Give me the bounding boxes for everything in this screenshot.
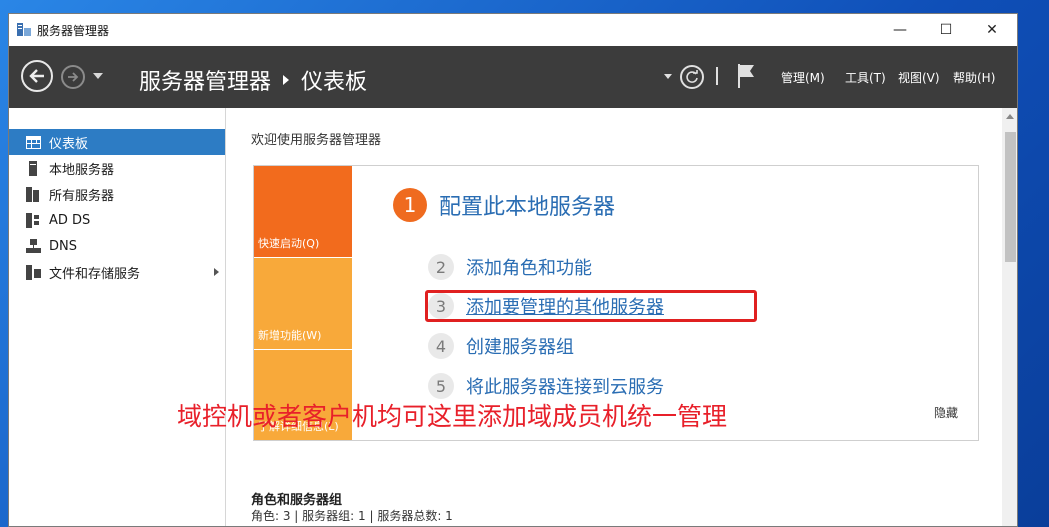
highlight-box [425, 290, 757, 322]
step-label: 创建服务器组 [466, 337, 574, 358]
menu-tools[interactable]: 工具(T) [845, 69, 886, 86]
step-add-roles[interactable]: 2 添加角色和功能 [428, 254, 592, 280]
breadcrumb: 服务器管理器 仪表板 [139, 64, 367, 96]
sidebar-item-dns[interactable]: DNS [9, 233, 225, 259]
tile-label: 新增功能(W) [258, 329, 322, 342]
scrollbar-thumb[interactable] [1005, 132, 1016, 262]
notifications-flag-icon[interactable] [736, 63, 756, 89]
step-number-badge: 4 [428, 333, 454, 359]
back-button[interactable] [21, 60, 53, 92]
sidebar-item-label: 本地服务器 [49, 162, 115, 178]
menu-help[interactable]: 帮助(H) [953, 69, 995, 86]
sidebar-item-file-storage[interactable]: 文件和存储服务 [9, 259, 225, 285]
annotation-text: 域控机或者客户机均可这里添加域成员机统一管理 [177, 402, 728, 431]
refresh-button[interactable] [680, 65, 704, 89]
hide-link[interactable]: 隐藏 [934, 404, 958, 421]
roles-summary: 角色: 3 | 服务器组: 1 | 服务器总数: 1 [251, 509, 453, 523]
tile-label: 快速启动(Q) [258, 237, 320, 250]
roles-section-title: 角色和服务器组 [251, 493, 343, 508]
ad-ds-icon [25, 212, 41, 228]
welcome-title: 欢迎使用服务器管理器 [251, 133, 382, 148]
step-label: 添加角色和功能 [466, 258, 592, 279]
step-create-server-group[interactable]: 4 创建服务器组 [428, 333, 574, 359]
sidebar: 仪表板 本地服务器 所有服务器 AD DS DNS 文件和存储服务 [9, 108, 226, 526]
scroll-up-icon[interactable] [1006, 114, 1014, 119]
vertical-scrollbar[interactable] [1002, 108, 1017, 526]
step-number-badge: 1 [393, 188, 427, 222]
step-connect-cloud[interactable]: 5 将此服务器连接到云服务 [428, 373, 664, 399]
server-manager-app-icon [17, 23, 31, 36]
maximize-icon: ☐ [939, 22, 953, 38]
close-icon: ✕ [986, 22, 998, 38]
minimize-icon: — [893, 22, 907, 38]
step-configure-local-server[interactable]: 1 配置此本地服务器 [393, 188, 615, 222]
close-button[interactable]: ✕ [969, 14, 1015, 46]
sidebar-item-all-servers[interactable]: 所有服务器 [9, 181, 225, 207]
main-content: 欢迎使用服务器管理器 快速启动(Q) 新增功能(W) 了解详细信息(L) 1 配… [226, 108, 1002, 526]
server-icon [25, 160, 41, 176]
dns-icon [25, 238, 41, 254]
minimize-button[interactable]: — [877, 14, 923, 46]
sidebar-item-label: 仪表板 [49, 136, 89, 152]
sidebar-item-dashboard[interactable]: 仪表板 [9, 129, 225, 155]
expand-arrow-icon[interactable] [214, 268, 219, 276]
breadcrumb-separator-icon [283, 75, 290, 85]
sidebar-item-label: 文件和存储服务 [49, 266, 141, 282]
window-title: 服务器管理器 [37, 24, 110, 38]
servers-icon [25, 186, 41, 202]
refresh-icon [686, 70, 698, 83]
dashboard-icon [25, 134, 41, 150]
navigation-bar: 服务器管理器 仪表板 管理(M) 工具(T) 视图(V) 帮助(H) [9, 46, 1017, 108]
menu-view[interactable]: 视图(V) [898, 69, 940, 86]
breadcrumb-page: 仪表板 [301, 70, 368, 95]
storage-icon [25, 264, 41, 280]
refresh-dropdown-icon[interactable] [664, 74, 672, 79]
tile-whats-new[interactable]: 新增功能(W) [254, 258, 352, 349]
breadcrumb-app[interactable]: 服务器管理器 [139, 64, 271, 96]
step-label: 配置此本地服务器 [439, 195, 616, 220]
maximize-button[interactable]: ☐ [923, 14, 969, 46]
tile-quick-start[interactable]: 快速启动(Q) [254, 166, 352, 257]
sidebar-item-label: 所有服务器 [49, 188, 115, 204]
back-arrow-icon [29, 69, 44, 83]
sidebar-item-ad-ds[interactable]: AD DS [9, 207, 225, 233]
forward-arrow-icon [68, 72, 79, 82]
menu-manage[interactable]: 管理(M) [781, 69, 825, 86]
sidebar-item-label: DNS [49, 238, 77, 254]
step-label: 将此服务器连接到云服务 [466, 377, 664, 398]
toolbar-divider [716, 67, 718, 85]
forward-button[interactable] [61, 65, 85, 89]
server-manager-window: 服务器管理器 — ☐ ✕ 服务器管理器 仪表板 管理(M) 工具(T) 视图(V… [8, 13, 1018, 527]
sidebar-item-label: AD DS [49, 212, 91, 228]
history-dropdown-icon[interactable] [93, 73, 103, 79]
step-number-badge: 5 [428, 373, 454, 399]
title-bar: 服务器管理器 — ☐ ✕ [9, 14, 1017, 46]
step-number-badge: 2 [428, 254, 454, 280]
sidebar-item-local-server[interactable]: 本地服务器 [9, 155, 225, 181]
